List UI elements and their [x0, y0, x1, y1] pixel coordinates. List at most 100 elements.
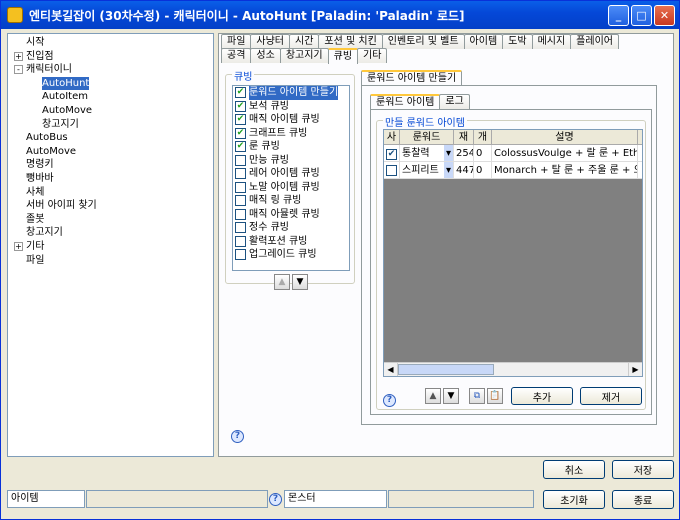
table-row[interactable]: ✔ 통찰력 ▾ 254 0 ColossusVoulge + 랄 룬 + Eth [384, 145, 642, 162]
list-item[interactable]: ✔ 보석 큐빙 [233, 100, 349, 114]
move-down-icon[interactable]: ▼ [292, 274, 308, 290]
list-item[interactable]: 매직 링 큐빙 [233, 194, 349, 208]
list-item[interactable]: 활력포션 큐빙 [233, 235, 349, 249]
tab-8[interactable]: 플레이어 [570, 34, 619, 49]
tree-item[interactable]: AutoBus [10, 131, 211, 145]
checkbox[interactable] [235, 168, 246, 180]
tab-0[interactable]: 파일 [221, 34, 252, 49]
tab-1[interactable]: 로그 [439, 94, 470, 109]
tab-1[interactable]: 사냥터 [250, 34, 291, 49]
tab-runeword-make[interactable]: 룬워드 아이템 만들기 [361, 70, 463, 86]
cubing-list[interactable]: ✔ 룬워드 아이템 만들기 ✔ 보석 큐빙 ✔ 매직 아이템 큐빙 ✔ 크래프트 큐빙 ✔ 룬 큐… [232, 85, 350, 271]
scroll-thumb[interactable] [398, 364, 494, 375]
checkbox[interactable] [235, 208, 246, 220]
tree-item[interactable]: 시작 [10, 36, 211, 50]
scroll-left-icon[interactable]: ◀ [384, 363, 398, 376]
reset-button[interactable]: 초기화 [543, 490, 605, 509]
checkbox[interactable]: ✔ [235, 141, 246, 153]
row-down-icon[interactable]: ▼ [443, 388, 459, 404]
tree-item[interactable]: - 캐릭터이니 [10, 63, 211, 77]
list-item[interactable]: ✔ 크래프트 큐빙 [233, 127, 349, 141]
tab-4[interactable]: 기타 [357, 48, 388, 63]
checkbox[interactable]: ✔ [235, 87, 246, 99]
status-help-icon[interactable]: ? [269, 493, 282, 506]
save-button[interactable]: 저장 [612, 460, 674, 479]
checkbox[interactable]: ✔ [235, 127, 246, 139]
add-button[interactable]: 추가 [511, 387, 573, 405]
remove-button[interactable]: 제거 [580, 387, 642, 405]
tab-7[interactable]: 메시지 [531, 34, 572, 49]
tree-item[interactable]: 파일 [10, 254, 211, 268]
chevron-down-icon[interactable]: ▾ [443, 162, 453, 178]
list-item[interactable]: ✔ 룬워드 아이템 만들기 [233, 86, 349, 100]
help-icon[interactable]: ? [231, 430, 244, 443]
tree-item[interactable]: 졸봇 [10, 213, 211, 227]
tab-1[interactable]: 성소 [250, 48, 281, 63]
list-item[interactable]: ✔ 매직 아이템 큐빙 [233, 113, 349, 127]
tab-3[interactable]: 큐빙 [327, 48, 359, 64]
row-checkbox-cell[interactable] [384, 162, 400, 178]
list-item[interactable]: 정수 큐빙 [233, 221, 349, 235]
tree-item[interactable]: AutoMove [10, 145, 211, 159]
expand-icon[interactable]: + [14, 242, 23, 252]
tree-item[interactable]: 사체 [10, 186, 211, 200]
horizontal-scrollbar[interactable]: ◀ ▶ [384, 362, 642, 376]
tree-item[interactable]: + 기타 [10, 240, 211, 254]
exit-button[interactable]: 종료 [612, 490, 674, 509]
list-item[interactable]: 만능 큐빙 [233, 154, 349, 168]
column-header[interactable]: 재 [454, 130, 474, 144]
list-item[interactable]: 업그레이드 큐빙 [233, 248, 349, 262]
scroll-right-icon[interactable]: ▶ [628, 363, 642, 376]
list-item[interactable]: 매직 아뮬렛 큐빙 [233, 208, 349, 222]
move-up-icon[interactable]: ▲ [274, 274, 290, 290]
tree-item[interactable]: 서버 아이피 찾기 [10, 199, 211, 213]
tree-item[interactable]: AutoItem [10, 90, 211, 104]
help-icon-2[interactable]: ? [383, 394, 396, 407]
runeword-name-cell[interactable]: 통찰력 ▾ [400, 145, 454, 161]
column-header[interactable]: 개 [474, 130, 492, 144]
tree-item[interactable]: AutoMove [10, 104, 211, 118]
close-icon[interactable]: ✕ [654, 5, 675, 26]
checkbox[interactable] [235, 181, 246, 193]
checkbox[interactable]: ✔ [386, 149, 397, 160]
tab-4[interactable]: 인벤토리 및 벨트 [381, 34, 465, 49]
runeword-name-cell[interactable]: 스피리트 ▾ [400, 162, 454, 178]
tab-2[interactable]: 창고지기 [279, 48, 329, 63]
minimize-icon[interactable]: _ [608, 5, 629, 26]
checkbox[interactable]: ✔ [235, 114, 246, 126]
checkbox[interactable] [235, 249, 246, 261]
tree-item[interactable]: 창고지기 [10, 226, 211, 240]
tree-item[interactable]: 창고지기 [10, 118, 211, 132]
checkbox[interactable] [235, 235, 246, 247]
checkbox[interactable] [235, 222, 246, 234]
list-item[interactable]: ✔ 룬 큐빙 [233, 140, 349, 154]
runeword-grid[interactable]: 사 룬워드 재 개 설명 ✔ 통찰력 ▾ 254 0 ColossusVoulge + 랄 룬 +… [383, 129, 643, 377]
navigation-tree[interactable]: 시작 + 진입점 - 캐릭터이니 AutoHunt AutoItem AutoMove 창고지기… [7, 33, 214, 457]
column-header[interactable]: 룬워드 [400, 130, 454, 144]
checkbox[interactable] [235, 195, 246, 207]
tab-6[interactable]: 도박 [502, 34, 533, 49]
checkbox[interactable]: ✔ [235, 100, 246, 112]
list-item[interactable]: 노말 아이템 큐빙 [233, 181, 349, 195]
expand-icon[interactable]: + [14, 51, 23, 61]
checkbox[interactable] [235, 154, 246, 166]
tab-0[interactable]: 룬워드 아이템 [370, 94, 441, 110]
paste-icon[interactable]: 📋 [487, 388, 503, 404]
table-row[interactable]: 스피리트 ▾ 447 0 Monarch + 탈 룬 + 주울 룬 + 오 [384, 162, 642, 179]
row-checkbox-cell[interactable]: ✔ [384, 145, 400, 161]
maximize-icon[interactable]: □ [631, 5, 652, 26]
tree-item[interactable]: AutoHunt [10, 76, 211, 91]
column-header[interactable]: 설명 [492, 130, 638, 144]
tree-item[interactable]: + 진입점 [10, 50, 211, 64]
cancel-button[interactable]: 취소 [543, 460, 605, 479]
tab-2[interactable]: 시간 [289, 34, 320, 49]
title-bar[interactable]: 엔티봇길잡이 (30차수정) - 캐릭터이니 - AutoHunt [Palad… [1, 1, 679, 29]
list-item[interactable]: 레어 아이템 큐빙 [233, 167, 349, 181]
column-header[interactable]: 사 [384, 130, 400, 144]
copy-icon[interactable]: ⧉ [469, 388, 485, 404]
tab-5[interactable]: 아이템 [463, 34, 504, 49]
tree-item[interactable]: 명령키 [10, 158, 211, 172]
row-up-icon[interactable]: ▲ [425, 388, 441, 404]
checkbox[interactable] [386, 165, 397, 176]
collapse-icon[interactable]: - [14, 65, 23, 75]
